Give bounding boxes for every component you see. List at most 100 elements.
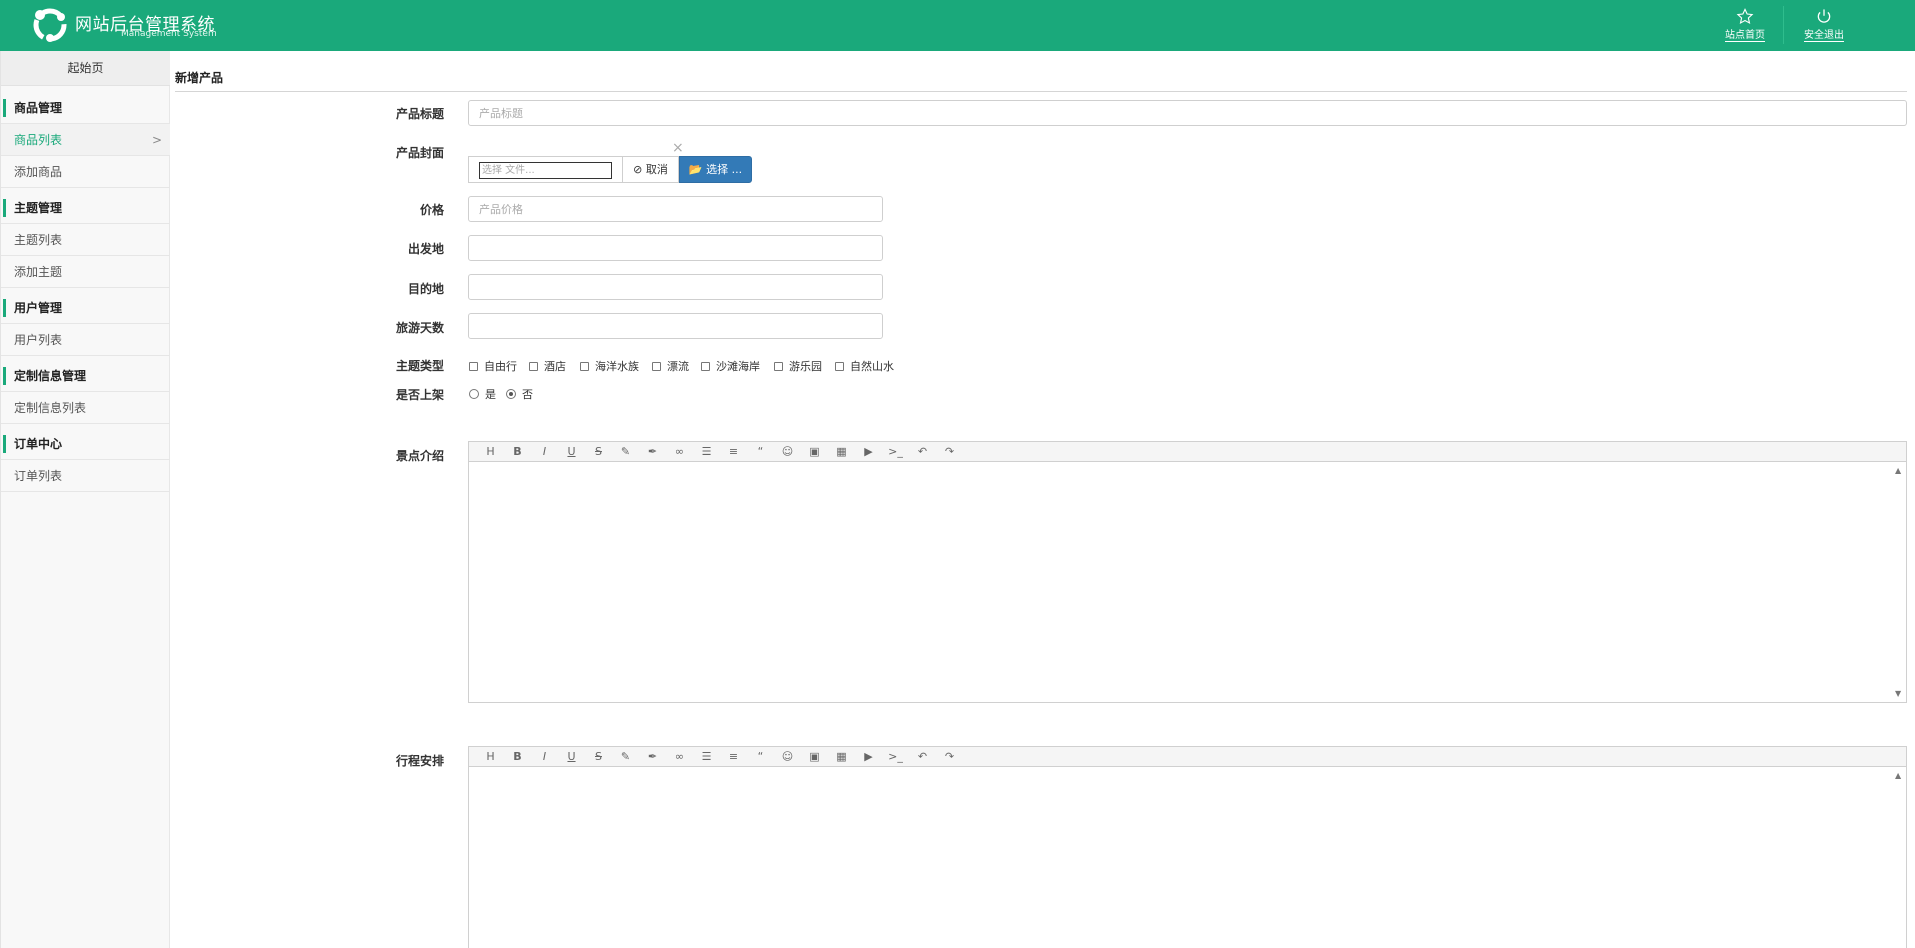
align-icon[interactable]: ≡ <box>720 747 747 767</box>
theme-checkbox-beach[interactable]: 沙滩海岸 <box>701 358 760 374</box>
scroll-up-icon[interactable]: ▲ <box>1895 771 1901 780</box>
redo-icon[interactable]: ↷ <box>936 442 963 462</box>
folder-open-icon: 📂 <box>688 163 703 176</box>
table-icon[interactable]: ▦ <box>828 747 855 767</box>
clear-file-icon[interactable]: × <box>672 140 684 156</box>
on-shelf-radio-no[interactable]: 否 <box>506 386 533 402</box>
highlight-icon[interactable]: ✎ <box>612 747 639 767</box>
italic-icon[interactable]: I <box>531 747 558 767</box>
strikethrough-icon[interactable]: S <box>585 747 612 767</box>
scroll-up-icon[interactable]: ▲ <box>1895 466 1901 475</box>
intro-editor-toolbar: H B I U S ✎ ✒ ∞ ☰ ≡ “ ☺ ▣ ▦ ▶ >_ ↶ ↷ <box>469 442 1906 462</box>
power-icon <box>1817 9 1831 23</box>
cover-label: 产品封面 <box>395 146 444 160</box>
destination-input[interactable] <box>468 274 883 300</box>
theme-checkbox-nature[interactable]: 自然山水 <box>835 358 894 374</box>
link-icon[interactable]: ∞ <box>666 442 693 462</box>
logo-icon <box>33 8 67 42</box>
on-shelf-radio-yes[interactable]: 是 <box>469 386 496 402</box>
page-title: 新增产品 <box>175 71 224 85</box>
price-label: 价格 <box>419 203 444 217</box>
heading-icon[interactable]: H <box>477 442 504 462</box>
bold-icon[interactable]: B <box>504 442 531 462</box>
bold-icon[interactable]: B <box>504 747 531 767</box>
sidebar-item-add-theme[interactable]: 添加主题 <box>1 256 170 288</box>
title-label: 产品标题 <box>395 107 444 121</box>
highlight-icon[interactable]: ✎ <box>612 442 639 462</box>
home-tab[interactable]: 起始页 <box>1 51 170 86</box>
theme-checkbox-hotel[interactable]: 酒店 <box>529 358 566 374</box>
sidebar-group-orders: 订单中心 <box>1 428 170 460</box>
ban-icon: ⊘ <box>633 163 643 176</box>
sidebar: 起始页 商品管理 商品列表 > 添加商品 主题管理 主题列表 添加主题 用户管理 … <box>0 51 170 948</box>
app-subtitle: Management System <box>121 29 217 39</box>
emoji-icon[interactable]: ☺ <box>774 442 801 462</box>
price-input[interactable] <box>468 196 883 222</box>
align-icon[interactable]: ≡ <box>720 442 747 462</box>
file-caption: 选择 文件... <box>468 156 622 183</box>
cancel-button[interactable]: ⊘ 取消 <box>622 156 679 183</box>
image-icon[interactable]: ▣ <box>801 442 828 462</box>
product-title-input[interactable] <box>468 100 1907 126</box>
theme-checkbox-amusement-park[interactable]: 游乐园 <box>774 358 822 374</box>
list-icon[interactable]: ☰ <box>693 442 720 462</box>
star-icon <box>1736 8 1754 25</box>
underline-icon[interactable]: U <box>558 442 585 462</box>
intro-editor-scrollbar[interactable]: ▲ ▼ <box>1892 462 1906 702</box>
code-icon[interactable]: >_ <box>882 442 909 462</box>
sidebar-item-custom-info-list[interactable]: 定制信息列表 <box>1 392 170 424</box>
itinerary-editor-toolbar: H B I U S ✎ ✒ ∞ ☰ ≡ “ ☺ ▣ ▦ ▶ >_ ↶ ↷ <box>469 747 1906 767</box>
theme-checkbox-free-travel[interactable]: 自由行 <box>469 358 517 374</box>
video-icon[interactable]: ▶ <box>855 747 882 767</box>
sidebar-item-theme-list[interactable]: 主题列表 <box>1 224 170 256</box>
sidebar-item-order-list[interactable]: 订单列表 <box>1 460 170 492</box>
sidebar-group-users: 用户管理 <box>1 292 170 324</box>
days-label: 旅游天数 <box>395 321 444 335</box>
theme-checkbox-aquarium[interactable]: 海洋水族 <box>580 358 639 374</box>
heading-icon[interactable]: H <box>477 747 504 767</box>
intro-editor[interactable]: H B I U S ✎ ✒ ∞ ☰ ≡ “ ☺ ▣ ▦ ▶ >_ ↶ ↷ ▲ ▼ <box>468 441 1907 703</box>
emoji-icon[interactable]: ☺ <box>774 747 801 767</box>
image-icon[interactable]: ▣ <box>801 747 828 767</box>
on-shelf-label: 是否上架 <box>395 388 444 402</box>
sidebar-group-custom-info: 定制信息管理 <box>1 360 170 392</box>
logout-link[interactable]: 安全退出 <box>1789 8 1859 44</box>
itinerary-editor-scrollbar[interactable]: ▲ <box>1892 767 1906 948</box>
theme-checkbox-rafting[interactable]: 漂流 <box>652 358 689 374</box>
itinerary-editor[interactable]: H B I U S ✎ ✒ ∞ ☰ ≡ “ ☺ ▣ ▦ ▶ >_ ↶ ↷ ▲ <box>468 746 1907 948</box>
days-input[interactable] <box>468 313 883 339</box>
sidebar-item-user-list[interactable]: 用户列表 <box>1 324 170 356</box>
undo-icon[interactable]: ↶ <box>909 442 936 462</box>
choose-file-button[interactable]: 📂 选择 ... <box>679 156 752 183</box>
quote-icon[interactable]: “ <box>747 747 774 767</box>
brush-icon[interactable]: ✒ <box>639 442 666 462</box>
quote-icon[interactable]: “ <box>747 442 774 462</box>
title-divider <box>175 91 1907 92</box>
themes-label: 主题类型 <box>395 359 444 373</box>
site-home-link[interactable]: 站点首页 <box>1710 8 1780 44</box>
redo-icon[interactable]: ↷ <box>936 747 963 767</box>
sidebar-item-product-list[interactable]: 商品列表 > <box>1 124 170 156</box>
italic-icon[interactable]: I <box>531 442 558 462</box>
underline-icon[interactable]: U <box>558 747 585 767</box>
scroll-down-icon[interactable]: ▼ <box>1895 689 1901 698</box>
origin-label: 出发地 <box>407 242 444 256</box>
link-icon[interactable]: ∞ <box>666 747 693 767</box>
undo-icon[interactable]: ↶ <box>909 747 936 767</box>
site-home-label: 站点首页 <box>1725 30 1765 42</box>
code-icon[interactable]: >_ <box>882 747 909 767</box>
itinerary-label: 行程安排 <box>395 754 444 768</box>
list-icon[interactable]: ☰ <box>693 747 720 767</box>
destination-label: 目的地 <box>407 282 444 296</box>
intro-label: 景点介绍 <box>395 449 444 463</box>
file-name-field[interactable]: 选择 文件... <box>479 162 612 179</box>
top-bar: 网站后台管理系统 Management System 站点首页 安全退出 <box>0 0 1915 51</box>
origin-input[interactable] <box>468 235 883 261</box>
table-icon[interactable]: ▦ <box>828 442 855 462</box>
strikethrough-icon[interactable]: S <box>585 442 612 462</box>
sidebar-group-themes: 主题管理 <box>1 192 170 224</box>
sidebar-item-add-product[interactable]: 添加商品 <box>1 156 170 188</box>
brush-icon[interactable]: ✒ <box>639 747 666 767</box>
sidebar-group-products: 商品管理 <box>1 92 170 124</box>
video-icon[interactable]: ▶ <box>855 442 882 462</box>
